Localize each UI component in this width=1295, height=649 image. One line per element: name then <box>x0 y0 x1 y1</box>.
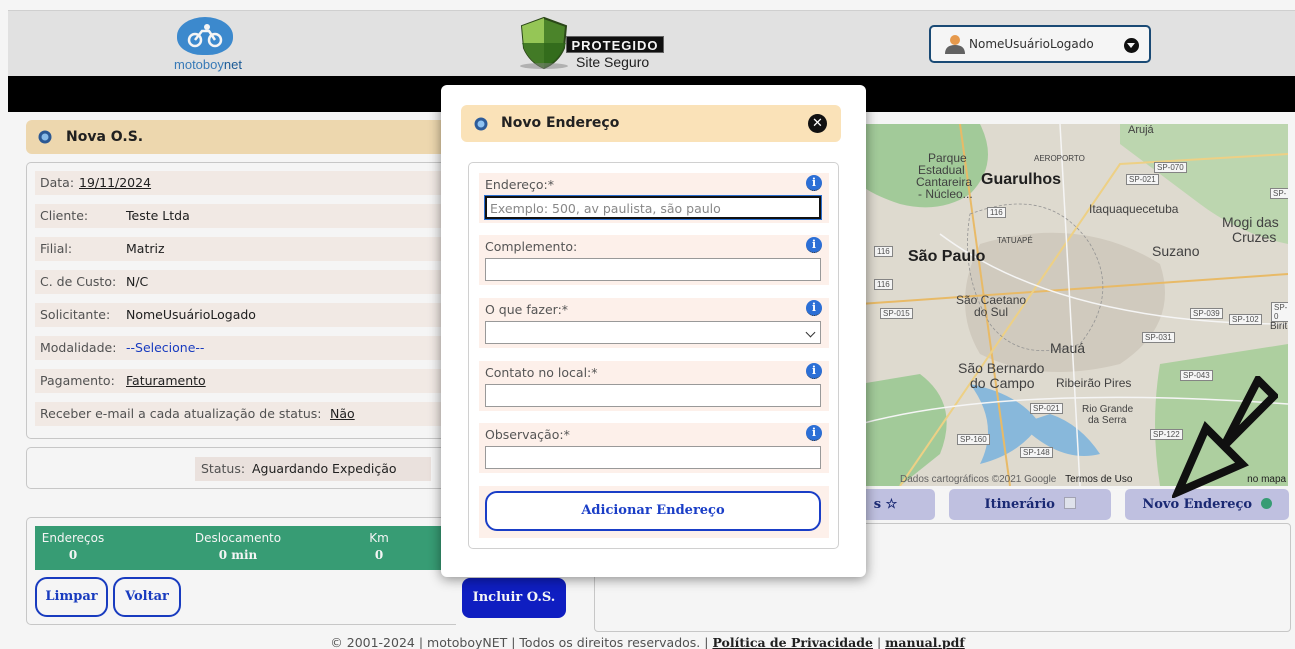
endereco-label: Endereço:* <box>485 177 554 192</box>
field-oque-fazer: O que fazer:* i <box>479 298 829 348</box>
address-form: Endereço:* i Exemplo: 500, av paulista, … <box>468 162 839 549</box>
complemento-input[interactable] <box>485 258 821 281</box>
observacao-label: Observação:* <box>485 427 570 442</box>
contato-label: Contato no local:* <box>485 365 598 380</box>
adicionar-endereco-button[interactable]: Adicionar Endereço <box>485 491 821 531</box>
field-endereco: Endereço:* i Exemplo: 500, av paulista, … <box>479 173 829 223</box>
dialog-header: Novo Endereço ✕ <box>461 105 841 142</box>
section-bullet-icon <box>474 117 488 131</box>
field-observacao: Observação:* i <box>479 423 829 473</box>
info-icon[interactable]: i <box>806 300 822 316</box>
observacao-input[interactable] <box>485 446 821 469</box>
chevron-down-icon <box>805 327 816 338</box>
info-icon[interactable]: i <box>806 425 822 441</box>
field-contato: Contato no local:* i <box>479 361 829 411</box>
info-icon[interactable]: i <box>806 237 822 253</box>
add-button-wrap: Adicionar Endereço <box>479 486 829 538</box>
endereco-input[interactable]: Exemplo: 500, av paulista, são paulo <box>484 195 822 220</box>
complemento-label: Complemento: <box>485 239 578 254</box>
contato-input[interactable] <box>485 384 821 407</box>
close-icon[interactable]: ✕ <box>808 114 827 133</box>
dialog-title: Novo Endereço <box>501 115 620 131</box>
field-complemento: Complemento: i <box>479 235 829 285</box>
oque-fazer-label: O que fazer:* <box>485 302 569 317</box>
oque-fazer-select[interactable] <box>485 321 821 344</box>
novo-endereco-dialog: Novo Endereço ✕ Endereço:* i Exemplo: 50… <box>441 85 866 577</box>
info-icon[interactable]: i <box>806 363 822 379</box>
info-icon[interactable]: i <box>806 175 822 191</box>
